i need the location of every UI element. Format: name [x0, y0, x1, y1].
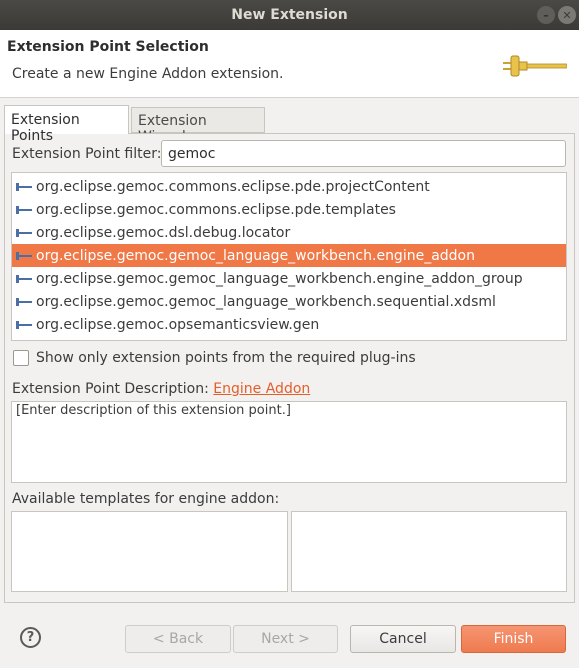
extension-point-icon: [16, 273, 33, 285]
finish-button[interactable]: Finish: [461, 625, 566, 653]
template-description: [291, 511, 567, 592]
title-bar: New Extension – ✕: [0, 0, 579, 30]
list-item-label: org.eclipse.gemoc.gemoc_language_workben…: [36, 247, 475, 264]
checkbox-label: Show only extension points from the requ…: [36, 350, 416, 366]
required-plugins-checkbox[interactable]: [13, 350, 29, 366]
list-item[interactable]: org.eclipse.gemoc.gemoc_language_workben…: [12, 290, 566, 313]
list-item-label: org.eclipse.gemoc.gemoc_language_workben…: [36, 270, 523, 287]
list-item[interactable]: org.eclipse.gemoc.gemoc_language_workben…: [12, 244, 566, 267]
extension-point-icon: [16, 319, 33, 331]
description-label-text: Extension Point Description:: [12, 381, 214, 397]
filter-label: Extension Point filter:: [12, 146, 162, 162]
templates-label: Available templates for engine addon:: [12, 491, 280, 507]
next-button[interactable]: Next >: [233, 625, 338, 653]
list-item-label: org.eclipse.gemoc.dsl.debug.locator: [36, 224, 291, 241]
filter-input[interactable]: [161, 140, 566, 167]
extension-point-icon: [16, 296, 33, 308]
list-item-label: org.eclipse.gemoc.commons.eclipse.pde.te…: [36, 201, 396, 218]
list-item[interactable]: org.eclipse.gemoc.commons.eclipse.pde.pr…: [12, 175, 566, 198]
plug-icon: [503, 55, 567, 77]
list-item[interactable]: org.eclipse.gemoc.commons.eclipse.pde.te…: [12, 198, 566, 221]
list-item[interactable]: org.eclipse.gemoc.opsemanticsview.gen: [12, 313, 566, 336]
minimize-icon[interactable]: –: [537, 6, 555, 24]
extension-point-icon: [16, 250, 33, 262]
tab-extension-points[interactable]: Extension Points: [4, 105, 129, 144]
wizard-header: Extension Point Selection Create a new E…: [0, 30, 579, 98]
tab-extension-wizards[interactable]: Extension Wizards: [131, 107, 265, 145]
extension-point-icon: [16, 204, 33, 216]
extension-point-icon: [16, 227, 33, 239]
description-label: Extension Point Description: Engine Addo…: [12, 381, 310, 397]
engine-addon-link[interactable]: Engine Addon: [213, 381, 310, 397]
list-item-label: org.eclipse.gemoc.gemoc_language_workben…: [36, 293, 496, 310]
templates-list[interactable]: [11, 511, 288, 592]
back-button[interactable]: < Back: [125, 625, 231, 653]
page-subtitle: Create a new Engine Addon extension.: [12, 66, 284, 82]
extension-point-icon: [16, 181, 33, 193]
close-icon[interactable]: ✕: [558, 6, 576, 24]
description-box: [Enter description of this extension poi…: [11, 401, 567, 483]
help-icon[interactable]: ?: [20, 627, 41, 648]
window-title: New Extension: [231, 7, 348, 23]
cancel-button[interactable]: Cancel: [350, 625, 456, 653]
required-plugins-checkbox-row[interactable]: Show only extension points from the requ…: [13, 350, 416, 366]
list-item-label: org.eclipse.gemoc.opsemanticsview.gen: [36, 316, 320, 333]
list-item-label: org.eclipse.gemoc.commons.eclipse.pde.pr…: [36, 178, 430, 195]
extension-point-list[interactable]: org.eclipse.gemoc.commons.eclipse.pde.pr…: [11, 172, 567, 341]
list-item[interactable]: org.eclipse.gemoc.dsl.debug.locator: [12, 221, 566, 244]
page-title: Extension Point Selection: [7, 39, 209, 55]
list-item[interactable]: org.eclipse.gemoc.gemoc_language_workben…: [12, 267, 566, 290]
